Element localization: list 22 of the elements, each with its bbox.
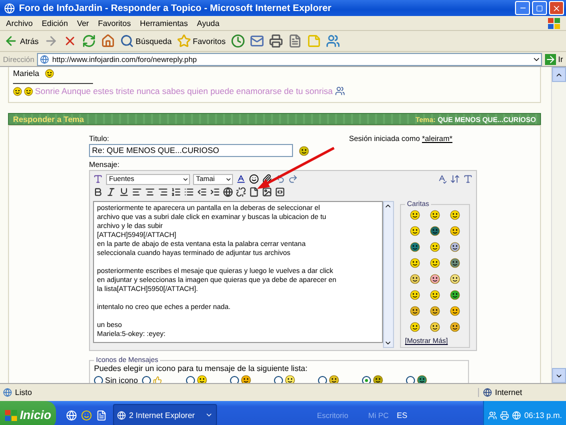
title-field[interactable]: Re: QUE MENOS QUE...CURIOSO (89, 144, 293, 157)
taskbar-button[interactable]: 2 Internet Explorer (113, 404, 217, 425)
prompt-text: Puedes elegir un icono para tu mensaje de la siguiente lista: (94, 364, 308, 373)
toolbar-button[interactable]: Favoritos (176, 34, 226, 48)
zone-text: Internet (495, 388, 522, 397)
menu-item[interactable]: Ver (76, 18, 89, 28)
post-author: Mariela (13, 69, 40, 78)
radio-label: Sin icono (105, 376, 138, 383)
go-button[interactable]: Ir (545, 54, 563, 64)
toolbar-button[interactable]: Atrás (4, 34, 39, 48)
signature-text: Sonrie Aunque estes triste nunca sabes quien puede enamorarse de tu sonrisa (35, 86, 333, 96)
menu-item[interactable]: Archivo (6, 18, 33, 28)
menu-item[interactable]: Ayuda (196, 18, 220, 28)
language-indicator[interactable]: ES (396, 410, 408, 420)
header-title: Responder a Tema (13, 114, 84, 124)
menu-item[interactable]: Edición (42, 18, 68, 28)
menu-item[interactable]: Favoritos (98, 18, 131, 28)
menu-item[interactable]: Herramientas (140, 18, 188, 28)
status-text: Listo (15, 388, 32, 397)
clock-text: 06:13 p.m. (524, 410, 562, 420)
toolbar-button[interactable]: Búsqueda (120, 34, 172, 48)
window-title: Foro de InfoJardin - Responder a Topico - Microsoft Internet Explorer (19, 2, 332, 14)
